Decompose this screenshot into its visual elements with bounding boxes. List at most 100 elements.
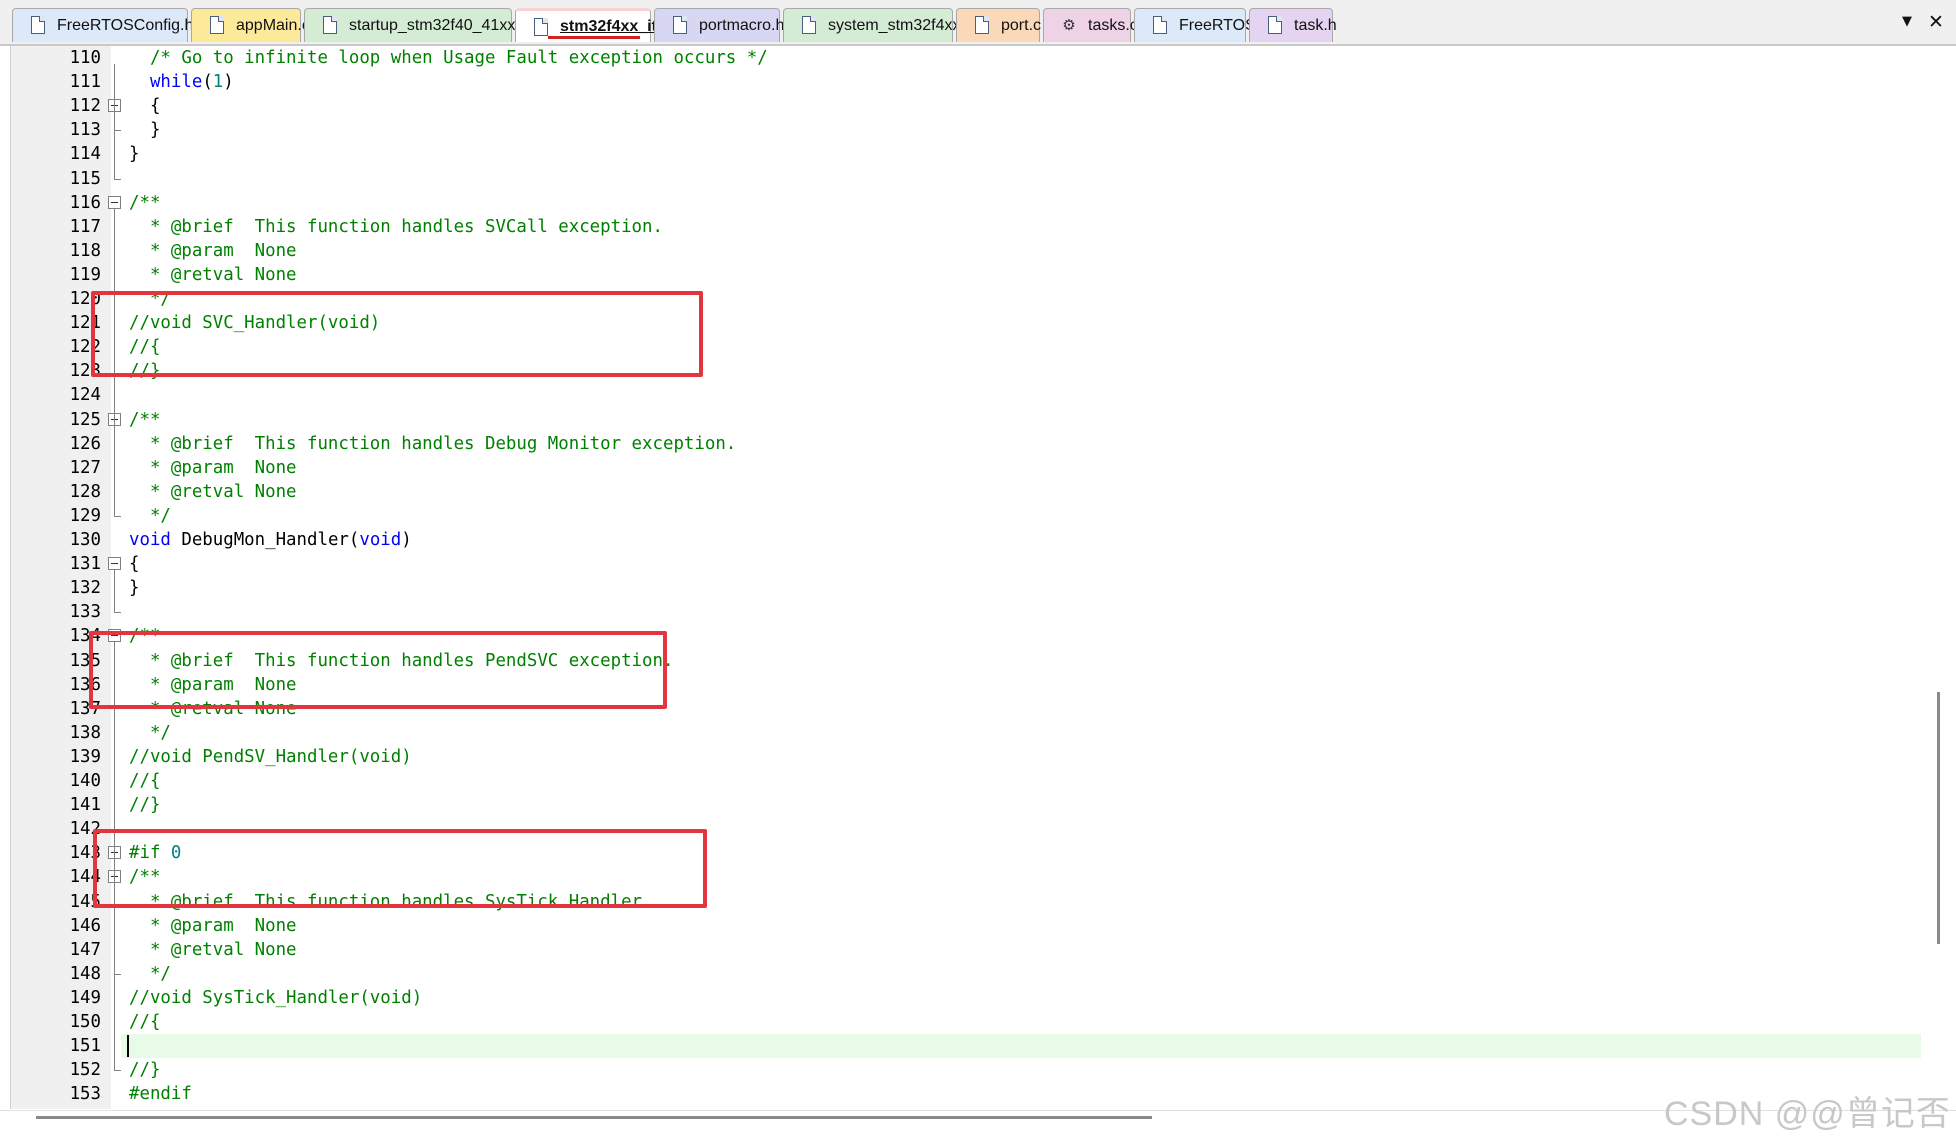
code-line[interactable]: 132} xyxy=(11,576,1921,600)
highlight-box-systick-handler xyxy=(93,829,707,908)
code-token: { xyxy=(129,554,140,575)
tab-startup-stm32f40-41xxx-s[interactable]: startup_stm32f40_41xxx.s xyxy=(304,8,536,42)
text-caret xyxy=(127,1035,129,1058)
highlight-box-pendsv-handler xyxy=(89,631,667,709)
code-line[interactable]: 114} xyxy=(11,142,1921,166)
code-line[interactable]: 148 */ xyxy=(11,962,1921,986)
tab-list-dropdown-icon[interactable]: ▼ xyxy=(1898,12,1916,32)
code-token: * @brief This function handles Debug Mon… xyxy=(129,433,737,454)
tab-strip: FreeRTOSConfig.h appMain.c startup_stm32f4… xyxy=(12,8,1337,44)
code-text: /* Go to infinite loop when Usage Fault … xyxy=(129,46,768,70)
tab-stm32f4xx-it-c[interactable]: stm32f4xx_it.c* xyxy=(515,8,677,42)
tab-system-stm32f4xx-c[interactable]: system_stm32f4xx.c xyxy=(783,8,973,42)
code-token: * @param None xyxy=(129,457,297,478)
file-icon xyxy=(673,16,687,34)
code-token: void xyxy=(129,530,171,550)
code-line[interactable]: 146 * @param None xyxy=(11,914,1921,938)
line-number: 130 xyxy=(69,530,101,550)
code-token: * @retval None xyxy=(129,939,297,960)
horizontal-scrollbar-thumb[interactable] xyxy=(36,1116,1152,1119)
line-number: 114 xyxy=(69,144,101,165)
code-line[interactable]: 133 xyxy=(11,600,1921,624)
file-icon xyxy=(975,16,989,34)
code-line[interactable]: 111 while(1) xyxy=(11,70,1921,94)
line-number: 128 xyxy=(69,481,101,502)
code-line[interactable]: 112 { xyxy=(11,94,1921,118)
code-line[interactable]: 125 /** xyxy=(11,408,1921,432)
code-line[interactable]: 153 #endif xyxy=(11,1082,1921,1106)
line-number: 138 xyxy=(69,722,101,743)
fold-guide xyxy=(114,570,115,613)
fold-toggle-icon[interactable] xyxy=(108,195,121,209)
code-editor[interactable]: 110 /* Go to infinite loop when Usage Fa… xyxy=(10,46,1929,1109)
file-icon xyxy=(1268,16,1282,34)
vertical-scrollbar[interactable] xyxy=(1928,46,1956,1109)
code-line[interactable]: 147 * @retval None xyxy=(11,938,1921,962)
code-text: //{ xyxy=(129,1010,160,1034)
line-number: 117 xyxy=(69,216,101,237)
code-token: * @param None xyxy=(129,240,297,261)
line-number: 139 xyxy=(69,746,101,767)
line-number: 118 xyxy=(69,240,101,261)
code-line[interactable]: 152 //} xyxy=(11,1058,1921,1082)
tab-freertosconfig-h[interactable]: FreeRTOSConfig.h xyxy=(12,8,193,42)
code-line[interactable]: 130 void DebugMon_Handler(void) xyxy=(11,528,1921,552)
code-line[interactable]: 113 } xyxy=(11,118,1921,142)
code-token: /** xyxy=(129,409,161,430)
line-number: 115 xyxy=(69,168,101,189)
code-token: //{ xyxy=(129,771,161,791)
fold-toggle-icon[interactable] xyxy=(108,557,121,571)
line-number: 148 xyxy=(69,963,101,984)
code-line[interactable]: 140 //{ xyxy=(11,769,1921,793)
code-line[interactable]: 119 * @retval None xyxy=(11,263,1921,287)
line-number: 116 xyxy=(69,192,101,213)
code-text: //void PendSV_Handler(void) xyxy=(129,745,412,769)
horizontal-scrollbar[interactable] xyxy=(0,1110,1956,1143)
line-number: 127 xyxy=(69,457,101,478)
fold-guide-end xyxy=(114,1070,121,1072)
code-line[interactable]: 116 /** xyxy=(11,191,1921,215)
file-icon xyxy=(323,16,337,34)
code-line[interactable]: 126 * @brief This function handles Debug… xyxy=(11,432,1921,456)
code-text: */ xyxy=(129,962,171,986)
code-line[interactable]: 150 //{ xyxy=(11,1010,1921,1034)
tab-appmain-c[interactable]: appMain.c xyxy=(191,8,310,42)
code-line[interactable]: 151 xyxy=(70,1034,1921,1059)
fold-guide-end xyxy=(114,973,121,975)
code-token: //} xyxy=(129,1060,161,1081)
code-line[interactable]: 131 { xyxy=(11,552,1921,576)
line-number: 119 xyxy=(69,264,101,285)
line-number: 113 xyxy=(69,120,101,141)
code-text: } xyxy=(129,576,139,600)
vertical-scrollbar-thumb[interactable] xyxy=(1937,692,1940,944)
code-line[interactable]: 115 xyxy=(11,167,1921,191)
tab-tasks-c[interactable]: ⚙ tasks.c xyxy=(1043,8,1138,42)
code-line[interactable]: 141 //} xyxy=(11,793,1921,817)
file-icon xyxy=(31,16,45,34)
file-icon xyxy=(534,18,548,36)
code-line[interactable]: 118 * @param None xyxy=(11,239,1921,263)
tab-portmacro-h[interactable]: portmacro.h xyxy=(654,8,784,42)
code-token: /** xyxy=(129,192,161,213)
code-line[interactable]: 139 //void PendSV_Handler(void) xyxy=(11,745,1921,769)
line-number: 152 xyxy=(69,1060,101,1081)
tab-label: FreeRTOSConfig.h xyxy=(57,16,194,34)
code-line[interactable]: 127 * @param None xyxy=(11,456,1921,480)
code-token: while xyxy=(149,72,203,93)
code-token: */ xyxy=(129,722,171,743)
code-line[interactable]: 124 xyxy=(11,383,1921,407)
tab-freertos-h[interactable]: FreeRTOS.h xyxy=(1134,8,1269,42)
code-line[interactable]: 138 */ xyxy=(11,721,1921,745)
tab-port-c[interactable]: port.c xyxy=(956,8,1041,42)
code-line[interactable]: 128 * @retval None xyxy=(11,480,1921,504)
close-tab-icon[interactable]: ✕ xyxy=(1925,10,1947,34)
code-token: } xyxy=(129,144,140,165)
code-line[interactable]: 129 */ xyxy=(11,504,1921,528)
code-line[interactable]: 117 * @brief This function handles SVCal… xyxy=(11,215,1921,239)
tab-task-h[interactable]: task.h xyxy=(1249,8,1337,42)
code-line[interactable]: 149 //void SysTick_Handler(void) xyxy=(11,986,1921,1010)
file-icon xyxy=(802,16,816,34)
line-number: 140 xyxy=(69,771,101,791)
code-line[interactable]: 110 /* Go to infinite loop when Usage Fa… xyxy=(11,46,1921,70)
